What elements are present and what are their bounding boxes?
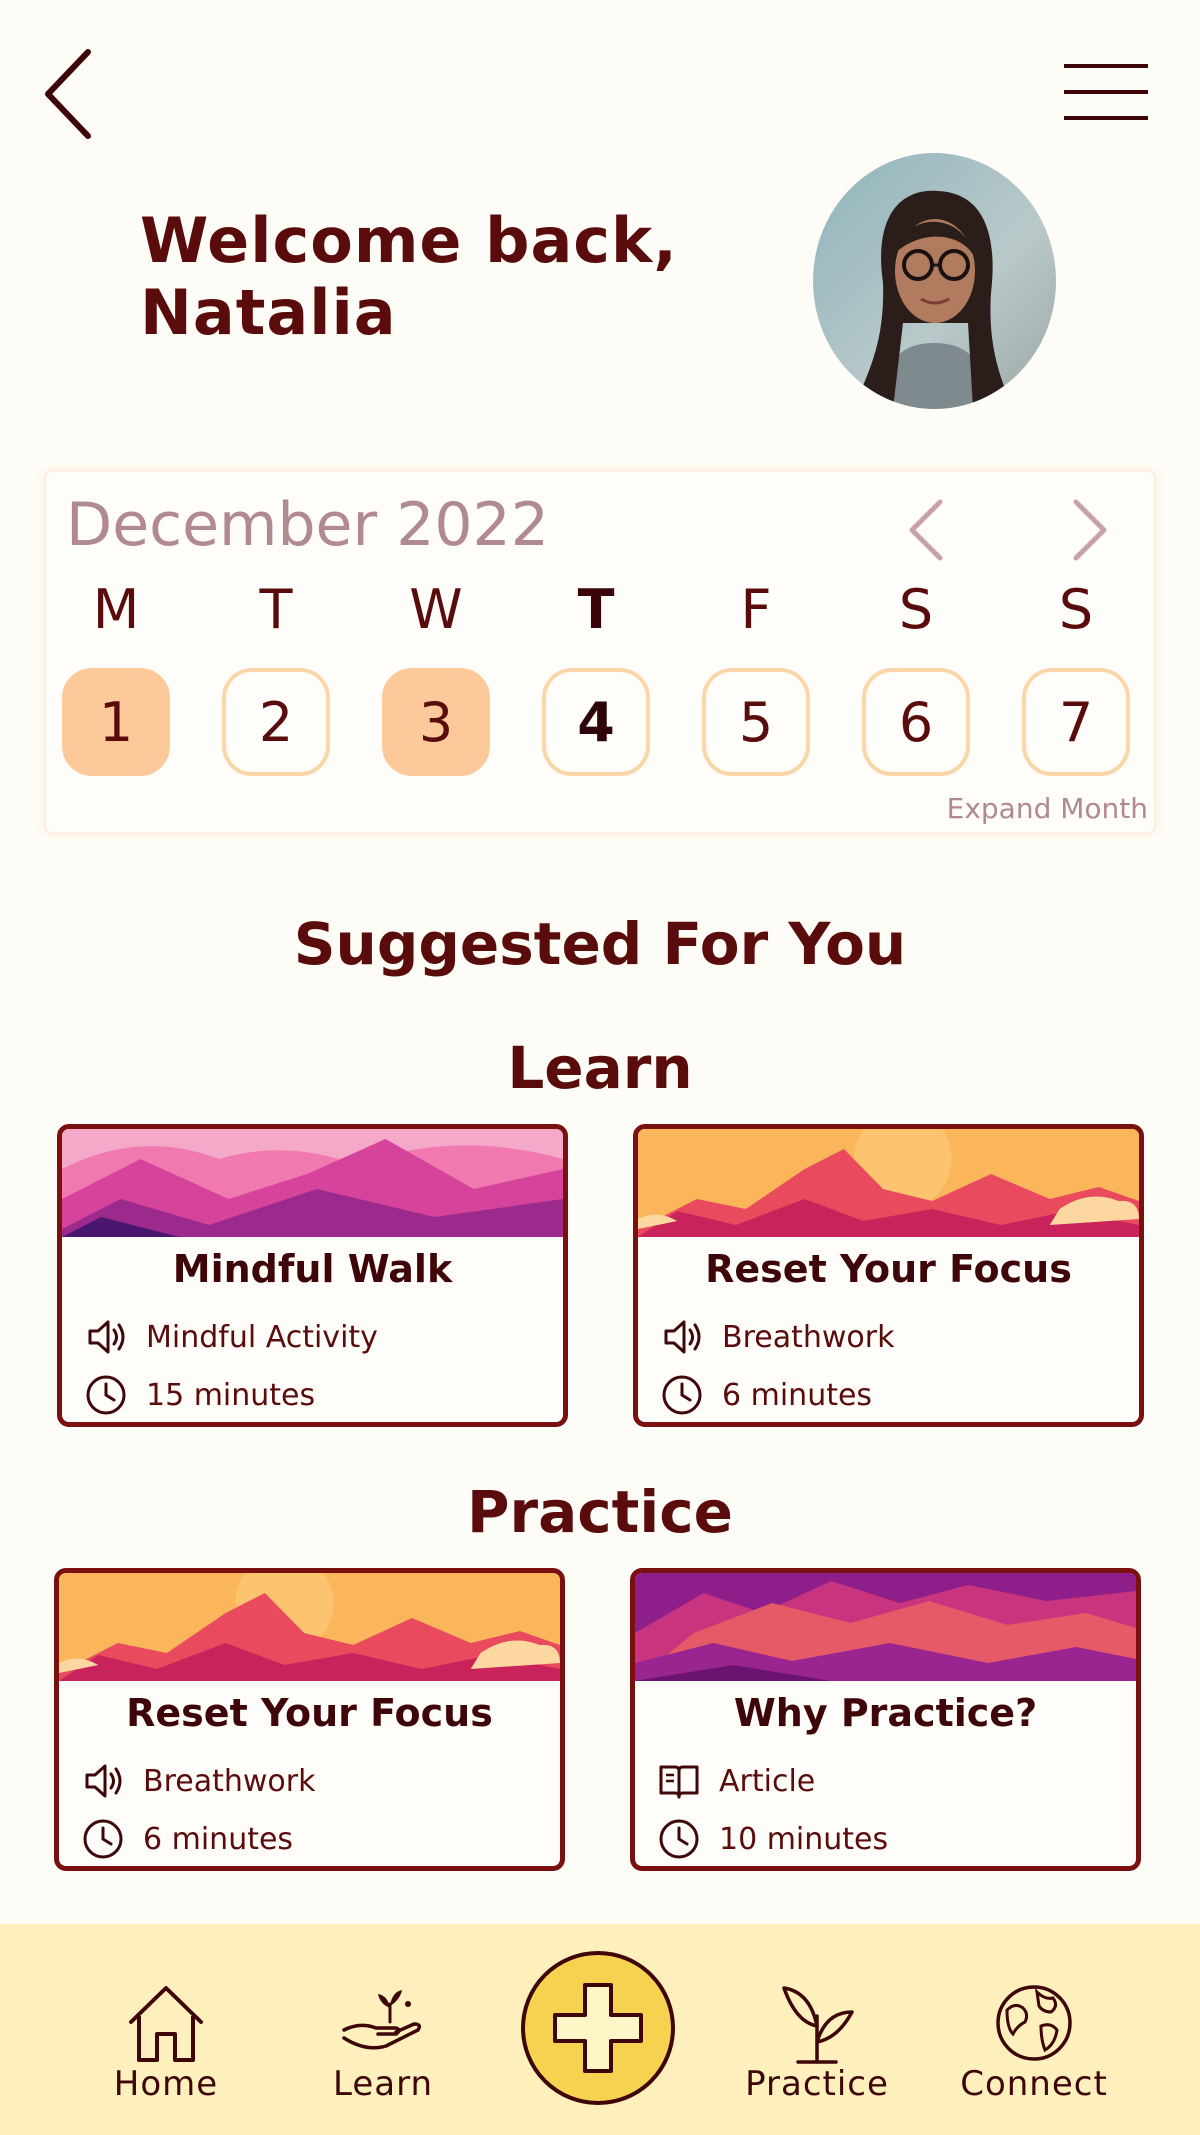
card-title: Reset Your Focus — [705, 1247, 1072, 1291]
card-title: Why Practice? — [733, 1691, 1038, 1735]
card-duration: 6 minutes — [722, 1377, 873, 1413]
nav-learn-label: Learn — [332, 2064, 434, 2104]
clock-icon — [659, 1819, 699, 1859]
card-duration: 15 minutes — [146, 1377, 316, 1413]
card-title: Mindful Walk — [172, 1247, 453, 1291]
date-2[interactable]: 2 — [222, 668, 330, 776]
suggested-heading: Suggested For You — [293, 910, 907, 978]
card-type: Article — [719, 1763, 816, 1799]
card-type-row: Breathwork — [81, 1759, 315, 1803]
back-button[interactable] — [40, 44, 104, 144]
nav-practice-label: Practice — [745, 2064, 889, 2104]
welcome-line-1: Welcome back, — [140, 204, 678, 277]
hamburger-menu-icon — [1064, 64, 1148, 120]
day-name-fri: F — [740, 578, 772, 641]
card-duration: 6 minutes — [143, 1821, 294, 1857]
calendar-next-button[interactable] — [1058, 490, 1118, 570]
profile-avatar[interactable] — [813, 153, 1056, 409]
avatar-photo — [813, 153, 1056, 409]
practice-heading: Practice — [467, 1478, 733, 1546]
card-duration-row: 6 minutes — [81, 1817, 293, 1861]
learn-card-mindful-walk[interactable]: Mindful Walk Mindful Activity 15 minutes — [57, 1124, 568, 1427]
clock-icon — [662, 1375, 702, 1415]
card-type: Breathwork — [722, 1319, 895, 1355]
clock-icon — [83, 1819, 123, 1859]
bottom-nav-bar: Home Learn Practice Connect — [0, 1924, 1200, 2135]
day-name-sun: S — [1058, 578, 1094, 641]
chevron-left-icon — [45, 49, 91, 139]
globe-icon — [996, 1985, 1072, 2061]
speaker-icon — [88, 1320, 125, 1354]
nav-home-label: Home — [113, 2064, 219, 2104]
day-name-wed: W — [409, 578, 463, 641]
speaker-icon — [664, 1320, 701, 1354]
card-type-row: Article — [657, 1759, 815, 1803]
expand-month-link[interactable]: Expand Month — [947, 792, 1148, 825]
date-1[interactable]: 1 — [62, 668, 170, 776]
practice-card-why-practice[interactable]: Why Practice? Article 10 minutes — [630, 1568, 1141, 1871]
card-mountain-image — [638, 1129, 1139, 1237]
hand-sprout-icon — [342, 1990, 422, 2050]
day-name-thu: T — [577, 578, 615, 641]
card-mountain-image — [59, 1573, 560, 1681]
card-duration-row: 6 minutes — [660, 1373, 872, 1417]
plus-icon — [553, 1983, 643, 2073]
nav-learn[interactable]: Learn — [293, 1952, 473, 2104]
week-calendar: December 2022 M T W T F S S 1 2 3 4 5 6 … — [44, 470, 1156, 834]
practice-card-reset-your-focus[interactable]: Reset Your Focus Breathwork 6 minutes — [54, 1568, 565, 1871]
day-name-tue: T — [259, 578, 293, 641]
chevron-right-icon — [1073, 499, 1107, 561]
card-duration-row: 15 minutes — [84, 1373, 315, 1417]
card-mountain-image — [62, 1129, 563, 1237]
nav-home[interactable]: Home — [76, 1952, 256, 2104]
menu-button[interactable] — [1058, 58, 1154, 126]
welcome-heading: Welcome back, Natalia — [140, 205, 700, 349]
card-type: Mindful Activity — [146, 1319, 378, 1355]
date-5[interactable]: 5 — [702, 668, 810, 776]
date-6[interactable]: 6 — [862, 668, 970, 776]
date-4[interactable]: 4 — [542, 668, 650, 776]
plant-icon — [782, 1986, 854, 2064]
calendar-prev-button[interactable] — [898, 490, 958, 570]
nav-practice[interactable]: Practice — [727, 1952, 907, 2104]
card-type: Breathwork — [143, 1763, 316, 1799]
nav-connect[interactable]: Connect — [944, 1952, 1124, 2104]
date-3[interactable]: 3 — [382, 668, 490, 776]
home-icon — [129, 1986, 203, 2062]
day-name-sat: S — [898, 578, 934, 641]
learn-card-reset-your-focus[interactable]: Reset Your Focus Breathwork 6 minutes — [633, 1124, 1144, 1427]
day-name-mon: M — [92, 578, 140, 641]
speaker-icon — [85, 1764, 122, 1798]
welcome-user-name: Natalia — [140, 276, 397, 349]
card-title: Reset Your Focus — [126, 1691, 493, 1735]
nav-connect-label: Connect — [960, 2064, 1108, 2104]
book-icon — [659, 1765, 699, 1799]
clock-icon — [86, 1375, 126, 1415]
date-7[interactable]: 7 — [1022, 668, 1130, 776]
learn-heading: Learn — [507, 1034, 693, 1102]
card-type-row: Breathwork — [660, 1315, 894, 1359]
card-type-row: Mindful Activity — [84, 1315, 378, 1359]
calendar-month-label: December 2022 — [66, 490, 549, 560]
add-button[interactable] — [521, 1951, 675, 2105]
card-mountain-image — [635, 1573, 1136, 1681]
card-duration: 10 minutes — [719, 1821, 889, 1857]
chevron-left-icon — [909, 499, 943, 561]
card-duration-row: 10 minutes — [657, 1817, 888, 1861]
